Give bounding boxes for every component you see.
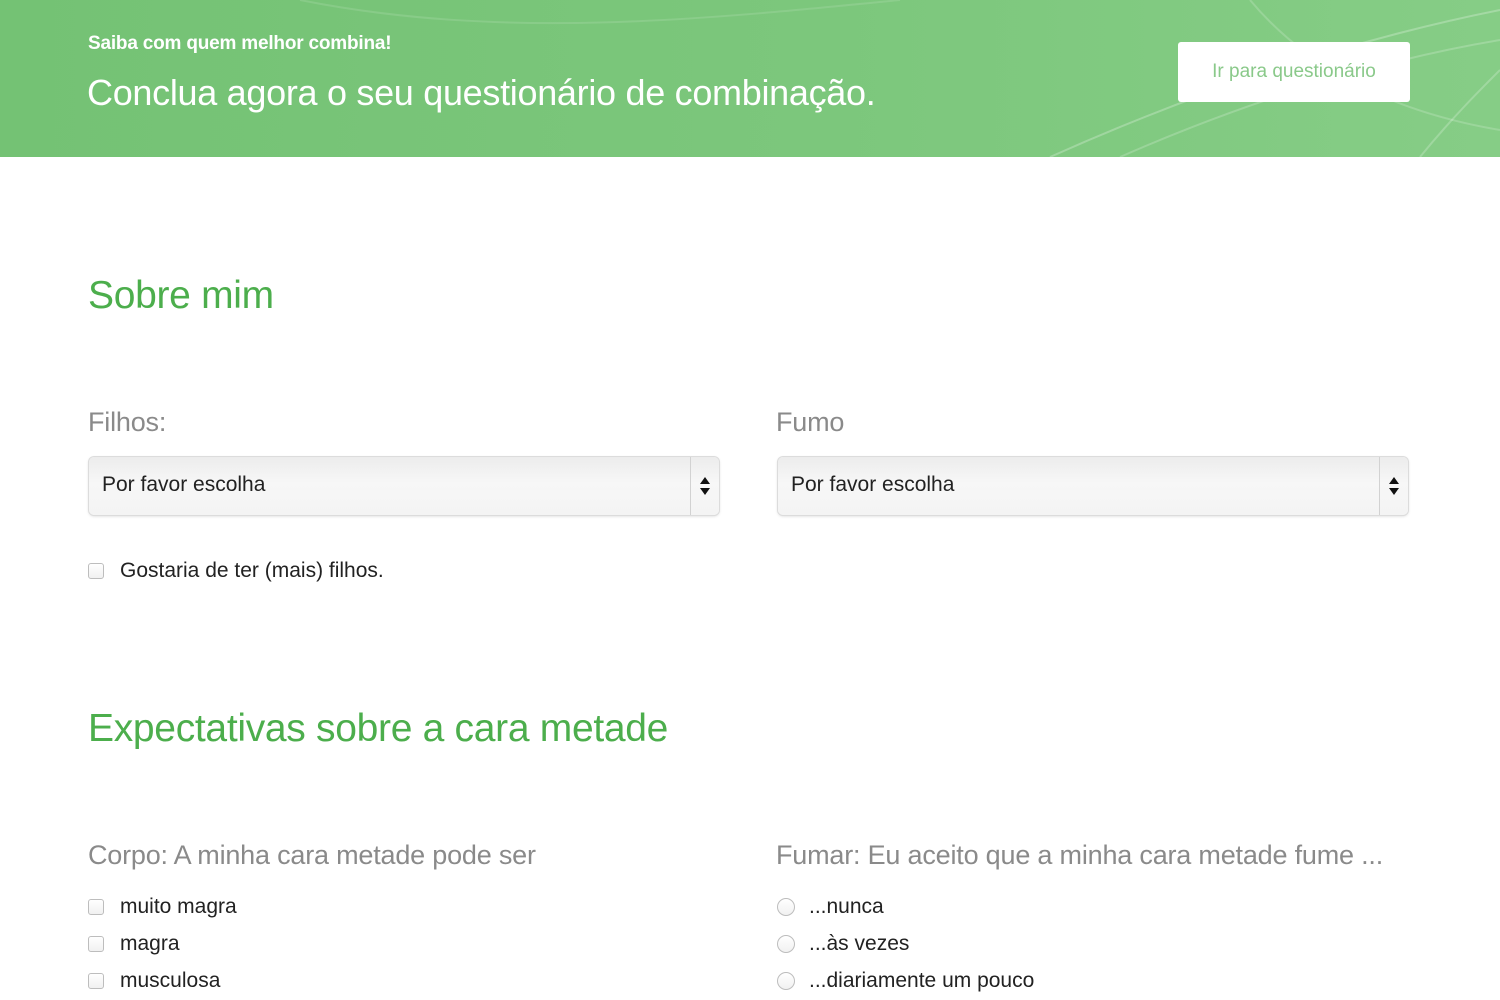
body-option-label: magra	[120, 932, 180, 955]
children-label: Filhos:	[88, 407, 167, 437]
about-me-title: Sobre mim	[88, 274, 274, 317]
smoke-select[interactable]: Por favor escolha	[778, 457, 1408, 515]
select-divider	[690, 457, 691, 515]
children-select-value: Por favor escolha	[102, 473, 266, 496]
body-option-checkbox[interactable]	[88, 936, 104, 952]
banner-kicker: Saiba com quem melhor combina!	[88, 33, 392, 54]
smoking-option-label: ...diariamente um pouco	[809, 969, 1035, 992]
body-option-row[interactable]: muito magra	[88, 895, 237, 919]
go-to-questionnaire-button[interactable]: Ir para questionário	[1178, 42, 1410, 102]
body-label: Corpo: A minha cara metade pode ser	[88, 840, 536, 870]
body-option-label: muito magra	[120, 895, 237, 918]
children-select[interactable]: Por favor escolha	[89, 457, 719, 515]
smoking-option-label: ...nunca	[809, 895, 884, 918]
questionnaire-banner: Saiba com quem melhor combina! Conclua a…	[0, 0, 1500, 157]
smoking-option-radio[interactable]	[777, 898, 795, 916]
want-children-label: Gostaria de ter (mais) filhos.	[120, 559, 384, 582]
want-children-checkbox-row[interactable]: Gostaria de ter (mais) filhos.	[88, 559, 384, 583]
body-option-label: musculosa	[120, 969, 221, 992]
body-option-checkbox[interactable]	[88, 973, 104, 989]
smoking-option-label: ...às vezes	[809, 932, 910, 955]
smoking-label: Fumar: Eu aceito que a minha cara metade…	[776, 840, 1384, 870]
smoke-select-value: Por favor escolha	[791, 473, 955, 496]
smoke-label: Fumo	[776, 407, 845, 437]
want-children-checkbox[interactable]	[88, 563, 104, 579]
smoking-option-row[interactable]: ...nunca	[777, 895, 884, 919]
body-option-row[interactable]: musculosa	[88, 969, 220, 993]
banner-title: Conclua agora o seu questionário de comb…	[87, 72, 876, 113]
smoking-option-radio[interactable]	[777, 972, 795, 990]
select-divider	[1379, 457, 1380, 515]
smoking-option-radio[interactable]	[777, 935, 795, 953]
select-arrows-icon	[700, 477, 710, 495]
smoking-option-row[interactable]: ...diariamente um pouco	[777, 969, 1034, 993]
select-arrows-icon	[1389, 477, 1399, 495]
body-option-row[interactable]: magra	[88, 932, 180, 956]
expectations-title: Expectativas sobre a cara metade	[88, 707, 669, 750]
body-option-checkbox[interactable]	[88, 899, 104, 915]
smoking-option-row[interactable]: ...às vezes	[777, 932, 909, 956]
